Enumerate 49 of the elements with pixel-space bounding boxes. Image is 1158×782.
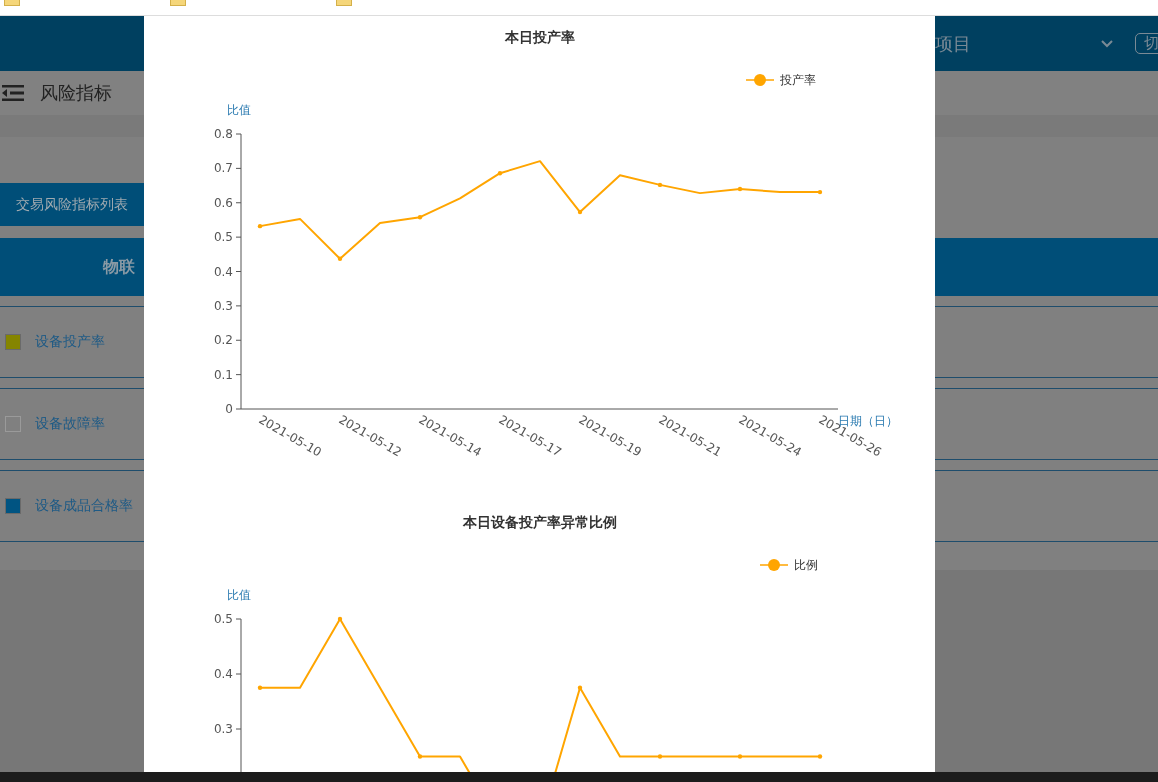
y-axis-title: 比值 bbox=[227, 588, 251, 602]
indicator-label: 设备投产率 bbox=[35, 333, 105, 351]
indicator-label: 设备成品合格率 bbox=[35, 497, 133, 515]
data-point bbox=[417, 215, 423, 220]
section-title: 物联 bbox=[103, 256, 135, 278]
data-point bbox=[497, 171, 503, 176]
data-point bbox=[337, 616, 343, 622]
y-tick-label: 0 bbox=[225, 402, 233, 416]
y-tick-label: 0.3 bbox=[213, 298, 233, 313]
legend-item[interactable]: 投产率 bbox=[745, 73, 816, 87]
data-point bbox=[817, 189, 823, 195]
folder-icon[interactable] bbox=[4, 0, 20, 6]
folder-icon[interactable] bbox=[170, 0, 186, 6]
menu-collapse-icon[interactable] bbox=[2, 85, 24, 101]
data-point bbox=[817, 754, 823, 759]
chevron-down-icon[interactable] bbox=[1101, 39, 1113, 48]
data-point bbox=[737, 186, 743, 192]
data-point bbox=[337, 256, 343, 261]
page-title: 风险指标 bbox=[40, 81, 112, 105]
chart-title: 本日投产率 bbox=[505, 29, 575, 45]
data-point bbox=[417, 754, 423, 759]
legend-item[interactable]: 比例 bbox=[759, 558, 818, 572]
data-point bbox=[577, 209, 583, 215]
y-axis-title: 比值 bbox=[227, 103, 251, 117]
y-tick-label: 0.4 bbox=[213, 667, 233, 681]
y-tick-label: 0.2 bbox=[213, 333, 233, 348]
data-point bbox=[657, 754, 663, 759]
data-point bbox=[577, 685, 583, 690]
folder-icon[interactable] bbox=[336, 0, 352, 6]
data-point bbox=[737, 754, 743, 759]
y-tick-label: 0.4 bbox=[213, 264, 233, 279]
indicator-label: 设备故障率 bbox=[35, 415, 105, 433]
legend-label: 投产率 bbox=[779, 73, 816, 87]
y-tick-label: 0.5 bbox=[213, 612, 233, 626]
y-tick-label: 0.3 bbox=[213, 722, 233, 736]
y-tick-label: 0.7 bbox=[213, 161, 233, 176]
data-point bbox=[257, 685, 263, 690]
y-tick-label: 0.1 bbox=[213, 367, 233, 382]
y-tick-label: 0.5 bbox=[213, 230, 233, 245]
legend-label: 比例 bbox=[794, 558, 818, 572]
data-point bbox=[657, 182, 663, 188]
project-selector[interactable]: 项目 bbox=[935, 31, 971, 56]
switch-button[interactable]: 切 bbox=[1135, 33, 1158, 54]
y-tick-label: 0.6 bbox=[213, 195, 233, 210]
data-point bbox=[257, 223, 263, 229]
list-tab[interactable]: 交易风险指标列表 bbox=[0, 183, 144, 226]
chart-title: 本日设备投产率异常比例 bbox=[463, 514, 617, 530]
color-square-icon bbox=[5, 416, 21, 432]
y-tick-label: 0.8 bbox=[213, 127, 233, 141]
